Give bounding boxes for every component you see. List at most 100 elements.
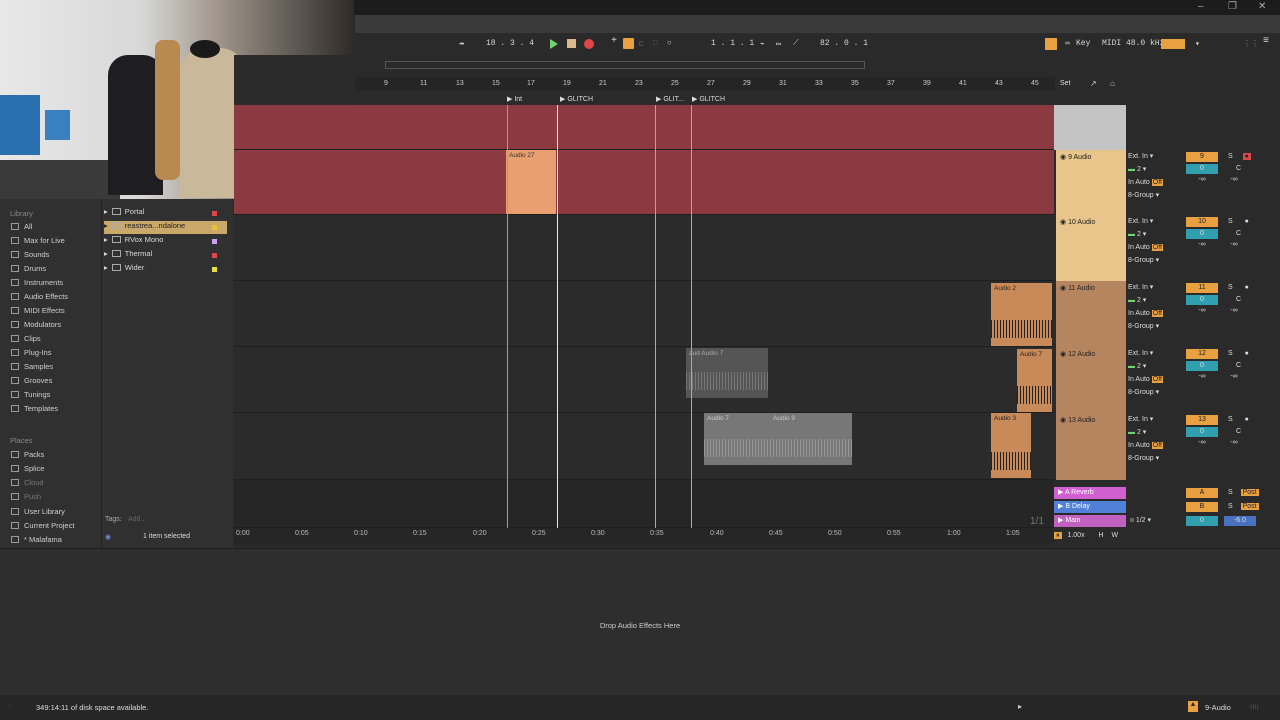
return-track-a-reverb[interactable]: ▶ A Reverb [1054,487,1126,499]
library-item-clips[interactable]: Clips [11,334,101,347]
plugin-item-portal[interactable]: ▸ Portal [104,207,227,220]
clip-audio-7-track13[interactable]: Audio 7 [704,413,770,465]
locator-glitch-3[interactable]: ▶ GLITCH [692,95,725,103]
maximize-icon[interactable]: ❐ [1228,1,1237,12]
places-item-malafama[interactable]: * Malafama [11,535,101,548]
solo-button[interactable]: S [1228,218,1233,225]
post-button[interactable]: Post [1240,489,1259,496]
library-item-plug-ins[interactable]: Plug-Ins [11,348,101,361]
solo-button[interactable]: S [1228,153,1233,160]
draw-mode-icon[interactable]: ▭ [776,39,781,49]
arm-button[interactable]: ● [1242,153,1251,160]
track-lane-12[interactable]: aud Audio 7 Audio 7 [234,347,1054,413]
output-select[interactable]: 8-Group ▾ [1128,255,1186,268]
output-select[interactable]: 8-Group ▾ [1128,453,1186,466]
input-channel-select[interactable]: ▬ 2 ▾ [1128,361,1186,374]
main-volume[interactable]: 0 [1186,516,1218,526]
places-item-user-library[interactable]: User Library [11,507,101,520]
arm-button[interactable]: ● [1243,218,1251,225]
solo-button[interactable]: S [1228,416,1233,423]
send-b[interactable]: -∞ [1218,241,1250,248]
input-type-select[interactable]: Ext. In ▾ [1128,414,1186,427]
monitor-select[interactable]: In Auto Off [1128,242,1186,255]
automation-arm-button[interactable] [623,38,634,49]
volume-field[interactable]: 0 [1186,295,1218,305]
volume-field[interactable]: 0 [1186,164,1218,174]
track-number[interactable]: 10 [1186,217,1218,227]
key-label[interactable]: Key [1076,39,1090,48]
arm-button[interactable]: ● [1243,284,1251,291]
library-item-all[interactable]: All [11,222,101,235]
send-a[interactable]: -∞ [1186,373,1218,380]
locator-glitch-2[interactable]: ▶ GLIT... [656,95,684,103]
output-select[interactable]: 8-Group ▾ [1128,387,1186,400]
post-button[interactable]: Post [1240,503,1259,510]
pan-field[interactable]: C [1236,362,1241,369]
clip-audio-3[interactable]: Audio 3 [991,413,1031,478]
input-channel-select[interactable]: ▬ 2 ▾ [1128,229,1186,242]
locator-int[interactable]: ▶ Int [507,95,522,103]
send-b[interactable]: -∞ [1218,176,1250,183]
places-item-splice[interactable]: Splice [11,464,101,477]
record-button[interactable] [584,39,594,49]
loop-icon[interactable]: ○ [667,39,672,48]
send-a[interactable]: -∞ [1186,176,1218,183]
track-number[interactable]: 9 [1186,152,1218,162]
volume-field[interactable]: 0 [1186,229,1218,239]
main-track[interactable]: ▶ Main [1054,515,1126,527]
h-button[interactable]: H [1099,532,1104,539]
play-icon[interactable]: ▸ [1018,702,1022,711]
midi-label[interactable]: MIDI [1102,39,1121,48]
track-header-11[interactable]: ◉ 11 Audio [1056,281,1126,347]
minimize-icon[interactable]: – [1198,1,1204,12]
library-item-sounds[interactable]: Sounds [11,250,101,263]
track-header-9[interactable]: ◉ 9 Audio [1056,150,1126,215]
w-button[interactable]: W [1112,532,1119,539]
main-gain[interactable]: -6.0 [1223,516,1256,526]
follow-icon[interactable]: ⌁ [760,39,765,49]
visible-range[interactable] [385,61,865,69]
input-type-select[interactable]: Ext. In ▾ [1128,348,1186,361]
pan-field[interactable]: C [1236,296,1241,303]
input-type-select[interactable]: Ext. In ▾ [1128,151,1186,164]
input-channel-select[interactable]: ▬ 2 ▾ [1128,295,1186,308]
return-track-b-delay[interactable]: ▶ B Delay [1054,501,1126,513]
monitor-select[interactable]: In Auto Off [1128,177,1186,190]
places-item-current-project[interactable]: Current Project [11,521,101,534]
input-channel-select[interactable]: ▬ 2 ▾ [1128,164,1186,177]
library-item-templates[interactable]: Templates [11,404,101,417]
arrow-icon[interactable]: ↗ [1090,79,1097,88]
send-b[interactable]: -∞ [1218,373,1250,380]
monitor-select[interactable]: In Auto Off [1128,308,1186,321]
io-icon[interactable]: ⋮⋮ [1243,39,1259,49]
plugin-item-reastream[interactable]: ▸ reastrea...ndalone [104,221,227,234]
send-a[interactable]: -∞ [1186,307,1218,314]
arm-button[interactable]: ● [1243,416,1251,423]
track-number[interactable]: 12 [1186,349,1218,359]
library-item-midi-effects[interactable]: MIDI Effects [11,306,101,319]
edit-icon[interactable] [1045,38,1057,50]
zoom-level[interactable]: 1.00x [1067,532,1084,539]
places-item-packs[interactable]: Packs [11,450,101,463]
clip-audio-7-ghost[interactable]: aud Audio 7 [686,348,768,398]
output-select[interactable]: 8-Group ▾ [1128,190,1186,203]
beat-ruler[interactable]: 9 11 13 15 17 19 21 23 25 27 29 31 33 35 37 39 41 43 45 [355,77,1055,91]
punch-icon[interactable]: □ [653,39,658,48]
loop-length[interactable]: 82 . 0 . 1 [820,39,868,48]
set-locator-button[interactable]: Set [1060,80,1071,87]
volume-field[interactable]: 0 [1186,361,1218,371]
input-type-select[interactable]: Ext. In ▾ [1128,282,1186,295]
arrange-icon[interactable]: ⊏ [639,39,644,49]
track-number[interactable]: 11 [1186,283,1218,293]
pan-field[interactable]: C [1236,165,1241,172]
preview-icon[interactable]: ◉ [105,533,111,541]
clip-audio-7-track12[interactable]: Audio 7 [1017,349,1052,412]
solo-button[interactable]: S [1228,489,1233,496]
track-lane-13[interactable]: Audio 7 Audio 9 Audio 3 [234,413,1054,480]
track-header-12[interactable]: ◉ 12 Audio [1056,347,1126,413]
track-number[interactable]: 13 [1186,415,1218,425]
solo-button[interactable]: S [1228,350,1233,357]
volume-field[interactable]: 0 [1186,427,1218,437]
input-type-select[interactable]: Ext. In ▾ [1128,216,1186,229]
plugin-item-wider[interactable]: ▸ Wider [104,263,227,276]
